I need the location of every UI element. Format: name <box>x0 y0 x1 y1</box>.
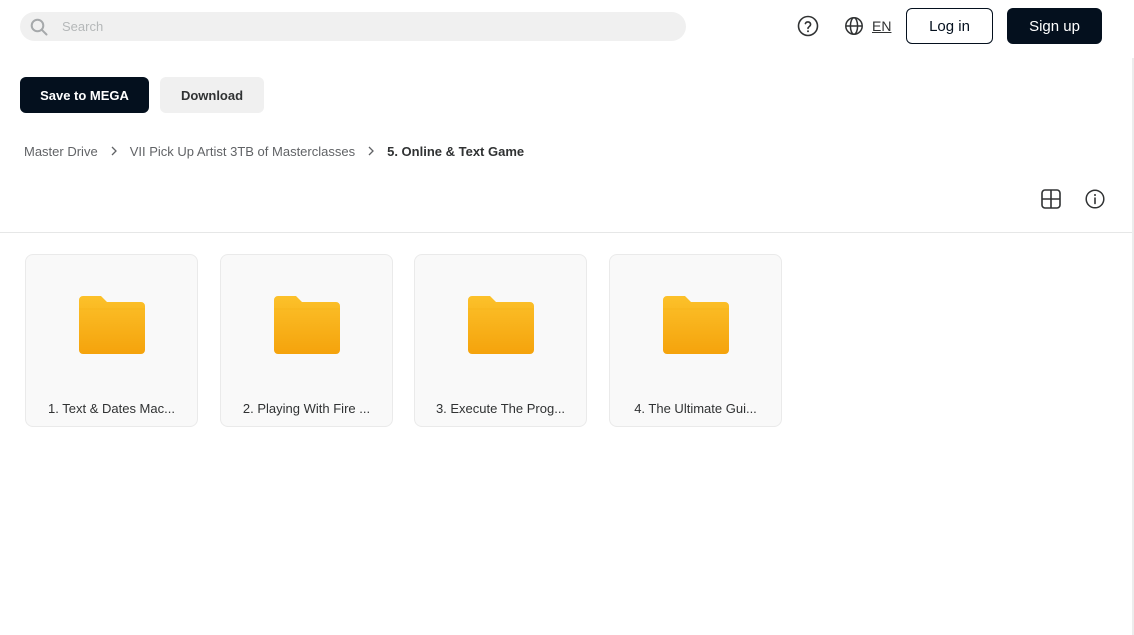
search-bar[interactable] <box>20 12 686 41</box>
language-code: EN <box>872 18 892 34</box>
folder-icon <box>79 296 145 354</box>
breadcrumb-item-master-drive[interactable]: Master Drive <box>24 144 98 159</box>
chevron-right-icon <box>111 146 117 156</box>
folder-card[interactable]: 1. Text & Dates Mac... <box>25 254 198 427</box>
folder-icon <box>663 296 729 354</box>
grid-view-icon[interactable] <box>1040 188 1062 210</box>
folder-card[interactable]: 4. The Ultimate Gui... <box>609 254 782 427</box>
folder-name: 3. Execute The Prog... <box>435 401 566 416</box>
download-button[interactable]: Download <box>160 77 264 113</box>
globe-icon <box>845 17 863 35</box>
info-icon[interactable] <box>1084 188 1106 210</box>
breadcrumb: Master Drive VII Pick Up Artist 3TB of M… <box>24 142 524 160</box>
save-to-mega-button[interactable]: Save to MEGA <box>20 77 149 113</box>
folder-icon <box>468 296 534 354</box>
search-icon <box>30 18 48 36</box>
search-input[interactable] <box>62 12 672 41</box>
breadcrumb-item-current-folder: 5. Online & Text Game <box>387 143 525 159</box>
toolbar-divider <box>0 232 1132 233</box>
folder-card[interactable]: 2. Playing With Fire ... <box>220 254 393 427</box>
folder-name: 4. The Ultimate Gui... <box>634 401 757 416</box>
chevron-right-icon <box>368 146 375 156</box>
folder-card[interactable]: 3. Execute The Prog... <box>414 254 587 427</box>
language-selector[interactable]: EN <box>844 14 891 38</box>
help-icon[interactable] <box>796 14 820 38</box>
folder-name: 2. Playing With Fire ... <box>242 401 371 416</box>
folder-icon <box>274 296 340 354</box>
folder-name: 1. Text & Dates Mac... <box>48 401 175 416</box>
breadcrumb-item-parent-folder[interactable]: VII Pick Up Artist 3TB of Masterclasses <box>130 144 355 159</box>
login-button[interactable]: Log in <box>906 8 993 44</box>
signup-button[interactable]: Sign up <box>1007 8 1102 44</box>
